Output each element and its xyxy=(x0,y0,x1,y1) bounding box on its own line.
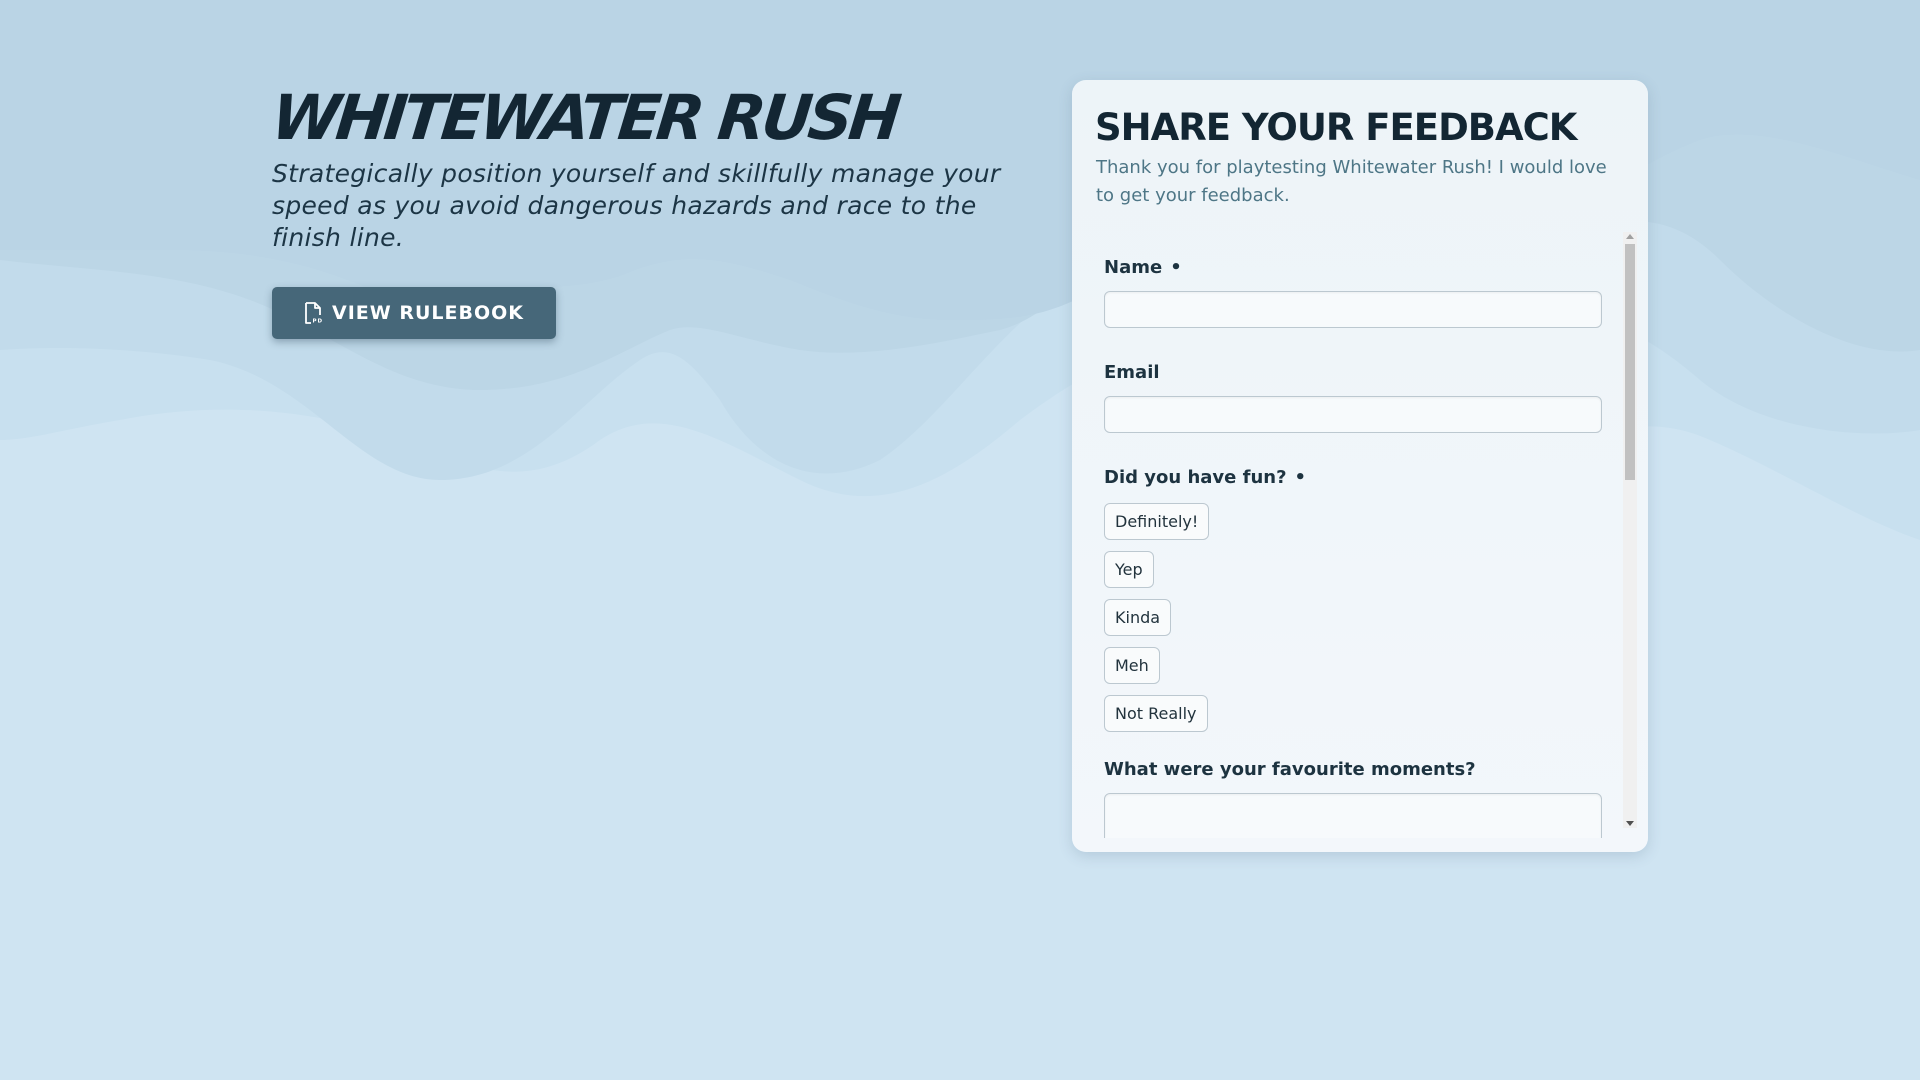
moments-label: What were your favourite moments? xyxy=(1104,759,1476,780)
email-field-group: Email xyxy=(1104,361,1604,433)
form-scrollbar[interactable] xyxy=(1623,232,1637,828)
feedback-form: Name • Email Did you have fun? • Definitel… xyxy=(1104,256,1604,838)
game-tagline: Strategically position yourself and skil… xyxy=(272,159,1001,252)
required-marker: • xyxy=(1294,467,1307,488)
fun-label-text: Did you have fun? xyxy=(1104,467,1287,488)
moments-field-group: What were your favourite moments? xyxy=(1104,758,1604,838)
svg-text:PDF: PDF xyxy=(313,319,323,325)
feedback-description: Thank you for playtesting Whitewater Rus… xyxy=(1096,157,1607,206)
email-label: Email xyxy=(1104,362,1160,383)
game-title: WHITEWATER RUSH xyxy=(268,81,901,154)
fun-field-group: Did you have fun? • Definitely! Yep Kinda… xyxy=(1104,466,1604,732)
scrollbar-thumb[interactable] xyxy=(1625,244,1635,480)
scroll-down-arrow-icon[interactable] xyxy=(1626,821,1634,826)
scroll-up-arrow-icon[interactable] xyxy=(1626,234,1634,239)
moments-textarea[interactable] xyxy=(1104,793,1602,838)
option-definitely[interactable]: Definitely! xyxy=(1104,503,1210,540)
pdf-file-icon: PDF xyxy=(305,302,323,325)
option-kinda[interactable]: Kinda xyxy=(1104,599,1172,636)
name-label-text: Name xyxy=(1104,257,1163,278)
required-marker: • xyxy=(1170,257,1182,278)
option-meh[interactable]: Meh xyxy=(1104,647,1160,684)
name-input[interactable] xyxy=(1104,291,1602,328)
option-not-really[interactable]: Not Really xyxy=(1104,695,1208,732)
option-yep[interactable]: Yep xyxy=(1104,551,1154,588)
view-rulebook-button[interactable]: PDF VIEW RULEBOOK xyxy=(272,287,556,339)
feedback-panel: SHARE YOUR FEEDBACK Thank you for playte… xyxy=(1072,80,1648,852)
feedback-title: SHARE YOUR FEEDBACK xyxy=(1095,106,1577,149)
hero-section: WHITEWATER RUSH Strategically position y… xyxy=(268,81,1052,339)
email-input[interactable] xyxy=(1104,396,1602,433)
name-label: Name • xyxy=(1104,256,1604,280)
fun-label: Did you have fun? • xyxy=(1104,466,1604,490)
name-field-group: Name • xyxy=(1104,256,1604,328)
view-rulebook-label: VIEW RULEBOOK xyxy=(332,302,524,324)
fun-options: Definitely! Yep Kinda Meh Not Really xyxy=(1104,503,1604,732)
